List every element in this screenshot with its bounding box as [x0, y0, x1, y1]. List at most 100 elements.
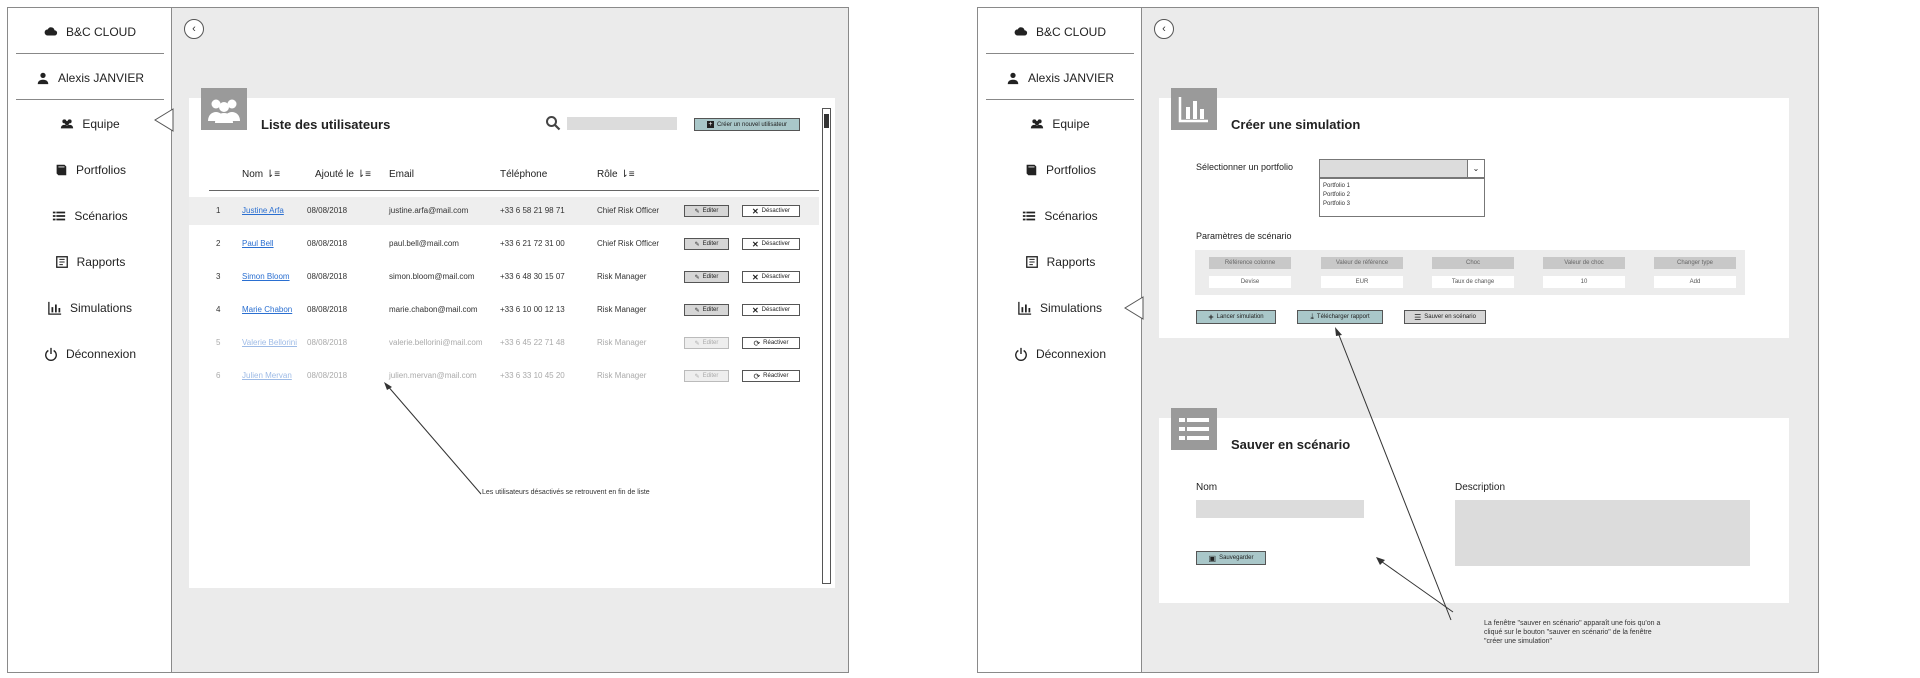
user-icon: [1007, 72, 1019, 85]
simulation-screen: B&C CLOUD Alexis JANVIER Equipe Portfoli…: [977, 7, 1819, 673]
button-label: Editer: [702, 241, 719, 247]
user-name-link[interactable]: Valerie Bellorini: [242, 338, 297, 347]
annotation-note: La fenêtre "sauver en scénario" apparaît…: [1484, 620, 1661, 645]
reactivate-button[interactable]: ⟳ Réactiver: [742, 337, 800, 349]
scrollbar-thumb[interactable]: [824, 114, 829, 128]
deactivate-button[interactable]: ✕ Désactiver: [742, 271, 800, 283]
save-scenario-button[interactable]: ☰ Sauver en scénario: [1404, 310, 1486, 324]
sidebar-item-equipe[interactable]: Equipe: [8, 104, 172, 144]
portfolio-select[interactable]: ⌄: [1319, 159, 1485, 178]
user-name-link[interactable]: Justine Arfa: [242, 206, 284, 215]
email: simon.bloom@mail.com: [389, 272, 475, 281]
save-button[interactable]: ▣ Sauvegarder: [1196, 551, 1266, 565]
sidebar-item-portfolios[interactable]: Portfolios: [8, 150, 172, 190]
edit-button[interactable]: ✎ Editer: [684, 337, 729, 349]
sidebar-item-label: Portfolios: [75, 163, 127, 177]
divider: [16, 99, 164, 100]
close-icon: ✕: [751, 305, 759, 315]
table-row: 6 Julien Mervan 08/08/2018 julien.mervan@ma…: [189, 362, 819, 390]
phone: +33 6 10 00 12 13: [500, 305, 565, 314]
user-name-link[interactable]: Simon Bloom: [242, 272, 290, 281]
deactivate-button[interactable]: ✕ Désactiver: [742, 304, 800, 316]
role: Risk Manager: [597, 371, 647, 380]
sidebar-item-simulations[interactable]: Simulations: [978, 288, 1142, 328]
row-number: 5: [216, 338, 221, 347]
sidebar-cloud[interactable]: B&C CLOUD: [978, 12, 1142, 52]
deactivate-button[interactable]: ✕ Désactiver: [742, 205, 800, 217]
search-icon[interactable]: [545, 115, 561, 131]
plus-icon: +: [706, 121, 714, 128]
portfolio-label: Sélectionner un portfolio: [1196, 162, 1294, 172]
book-icon: [56, 164, 67, 176]
edit-icon: ✎: [694, 208, 700, 215]
phone: +33 6 58 21 98 71: [500, 206, 565, 215]
button-label: Réactiver: [763, 373, 789, 379]
sidebar-item-deconnexion[interactable]: Déconnexion: [978, 334, 1142, 374]
sidebar-item-deconnexion[interactable]: Déconnexion: [8, 334, 172, 374]
deactivate-button[interactable]: ✕ Désactiver: [742, 238, 800, 250]
param-value[interactable]: Taux de change: [1432, 276, 1514, 288]
sidebar-item-label: Simulations: [1039, 301, 1103, 315]
floppy-disk-icon: ▣: [1208, 553, 1217, 563]
param-header: Valeur de référence: [1321, 257, 1403, 269]
dropdown-option[interactable]: Portfolio 2: [1320, 191, 1484, 200]
row-number: 1: [216, 206, 221, 215]
button-label: Désactiver: [761, 274, 791, 280]
edit-button[interactable]: ✎ Editer: [684, 304, 729, 316]
bar-chart-icon: [1018, 301, 1032, 315]
description-label: Description: [1455, 482, 1506, 493]
column-header-role[interactable]: Rôle ⇂≡: [597, 169, 635, 180]
role: Risk Manager: [597, 305, 647, 314]
download-icon: ⤓: [1310, 312, 1314, 321]
sidebar-item-scenarios[interactable]: Scénarios: [978, 196, 1142, 236]
description-input[interactable]: [1455, 500, 1750, 566]
dropdown-option[interactable]: Portfolio 1: [1320, 182, 1484, 191]
sidebar-user[interactable]: Alexis JANVIER: [8, 58, 172, 98]
email: paul.bell@mail.com: [389, 239, 459, 248]
button-label: Désactiver: [761, 307, 791, 313]
sort-icon: ⇂≡: [620, 169, 635, 180]
edit-button[interactable]: ✎ Editer: [684, 271, 729, 283]
edit-button[interactable]: ✎ Editer: [684, 205, 729, 217]
divider: [986, 99, 1134, 100]
column-header-ajoute[interactable]: Ajouté le ⇂≡: [315, 169, 371, 180]
chevron-down-icon[interactable]: ⌄: [1467, 160, 1484, 177]
param-value[interactable]: 10: [1543, 276, 1625, 288]
sidebar-item-scenarios[interactable]: Scénarios: [8, 196, 172, 236]
role: Risk Manager: [597, 338, 647, 347]
sidebar-item-portfolios[interactable]: Portfolios: [978, 150, 1142, 190]
sidebar-cloud-label: B&C CLOUD: [1035, 25, 1106, 39]
param-value[interactable]: Add: [1654, 276, 1736, 288]
users-panel: Liste des utilisateurs + Créer un nouvel…: [189, 88, 835, 588]
reactivate-button[interactable]: ⟳ Réactiver: [742, 370, 800, 382]
edit-button[interactable]: ✎ Editer: [684, 370, 729, 382]
scrollbar[interactable]: [822, 108, 831, 584]
sidebar-item-simulations[interactable]: Simulations: [8, 288, 172, 328]
edit-button[interactable]: ✎ Editer: [684, 238, 729, 250]
table-row: 4 Marie Chabon 08/08/2018 marie.chabon@mail…: [189, 296, 819, 324]
back-button[interactable]: ‹: [184, 19, 204, 39]
launch-simulation-button[interactable]: + Lancer simulation: [1196, 310, 1276, 324]
active-indicator: [1124, 296, 1144, 320]
annotation-arrow: [1376, 557, 1454, 613]
users-icon: [61, 119, 74, 129]
dropdown-option[interactable]: Portfolio 3: [1320, 200, 1484, 209]
download-report-button[interactable]: ⤓ Télécharger rapport: [1297, 310, 1383, 324]
date-added: 08/08/2018: [307, 338, 348, 347]
column-header-nom[interactable]: Nom ⇂≡: [242, 169, 280, 180]
sidebar-user[interactable]: Alexis JANVIER: [978, 58, 1142, 98]
params-table: Référence colonne Valeur de référence Ch…: [1195, 250, 1745, 295]
param-value[interactable]: Devise: [1209, 276, 1291, 288]
sidebar-item-equipe[interactable]: Equipe: [978, 104, 1142, 144]
user-name-link[interactable]: Paul Bell: [242, 239, 274, 248]
sidebar-item-rapports[interactable]: Rapports: [8, 242, 172, 282]
back-button[interactable]: ‹: [1154, 19, 1174, 39]
search-input[interactable]: [567, 117, 677, 130]
sidebar-item-rapports[interactable]: Rapports: [978, 242, 1142, 282]
user-name-link[interactable]: Julien Mervan: [242, 371, 292, 380]
create-user-button[interactable]: + Créer un nouvel utilisateur: [694, 118, 800, 131]
sidebar: B&C CLOUD Alexis JANVIER Equipe Portfoli…: [978, 8, 1142, 672]
sidebar-cloud[interactable]: B&C CLOUD: [8, 12, 172, 52]
param-value[interactable]: EUR: [1321, 276, 1403, 288]
user-name-link[interactable]: Marie Chabon: [242, 305, 292, 314]
